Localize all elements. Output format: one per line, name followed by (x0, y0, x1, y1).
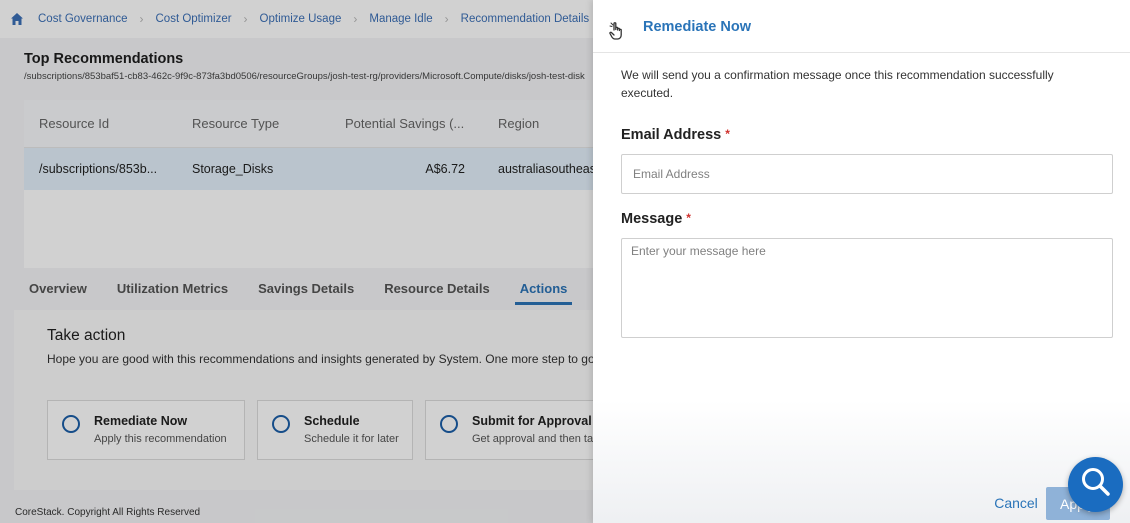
search-icon (1079, 465, 1113, 504)
email-label-text: Email Address (621, 127, 722, 143)
required-marker: * (725, 127, 730, 141)
message-label: Message * (621, 211, 691, 227)
message-field[interactable] (621, 238, 1113, 338)
email-field[interactable] (621, 154, 1113, 194)
email-label: Email Address * (621, 127, 730, 143)
remediate-now-drawer: Remediate Now We will send you a confirm… (593, 0, 1130, 523)
drawer-title: Remediate Now (643, 19, 751, 35)
drawer-header: Remediate Now (593, 0, 1130, 53)
hand-pointer-icon (608, 21, 626, 41)
cancel-button[interactable]: Cancel (981, 488, 1051, 518)
message-label-text: Message (621, 211, 683, 227)
help-search-button[interactable] (1068, 457, 1123, 512)
required-marker: * (686, 211, 691, 225)
drawer-description: We will send you a confirmation message … (621, 68, 1054, 100)
